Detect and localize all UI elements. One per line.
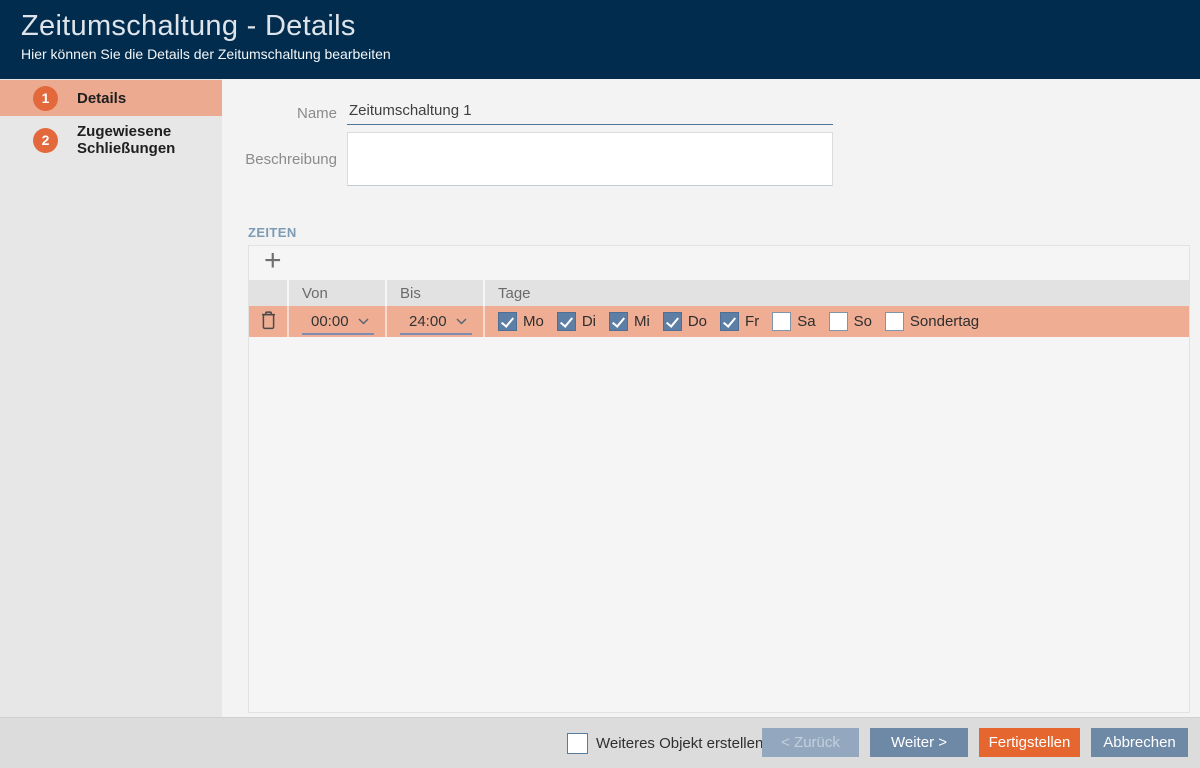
- footer-bar: Weiteres Objekt erstellen < Zurück Weite…: [0, 717, 1200, 768]
- chevron-down-icon: [456, 318, 467, 325]
- checkbox: [498, 312, 517, 331]
- day-checkbox-sondertag[interactable]: Sondertag: [885, 312, 979, 331]
- checkbox: [829, 312, 848, 331]
- sidebar-item-details[interactable]: 1 Details: [0, 80, 222, 116]
- step-2-label: Zugewiesene Schließungen: [77, 123, 222, 157]
- day-checkbox-fr[interactable]: Fr: [720, 312, 759, 331]
- bis-cell: 24:00: [387, 306, 485, 337]
- day-checkbox-group: Mo Di Mi Do: [485, 312, 979, 331]
- cancel-button[interactable]: Abbrechen: [1091, 728, 1188, 757]
- add-time-button[interactable]: +: [249, 248, 282, 278]
- day-checkbox-mi[interactable]: Mi: [609, 312, 650, 331]
- tage-cell: Mo Di Mi Do: [485, 306, 1189, 337]
- main-content: Name Beschreibung ZEITEN + Von Bis Tage: [222, 79, 1200, 717]
- von-time-select[interactable]: 00:00: [302, 311, 374, 335]
- wizard-sidebar: 1 Details 2 Zugewiesene Schließungen: [0, 79, 222, 717]
- delete-time-button[interactable]: [259, 309, 278, 335]
- sidebar-item-zugewiesene-schliessungen[interactable]: 2 Zugewiesene Schließungen: [0, 124, 222, 156]
- column-header-bis: Bis: [387, 280, 485, 306]
- page-subtitle: Hier können Sie die Details der Zeitumsc…: [21, 46, 1200, 62]
- times-toolbar: +: [249, 246, 1189, 280]
- bis-time-select[interactable]: 24:00: [400, 311, 472, 335]
- checkbox: [557, 312, 576, 331]
- times-panel: + Von Bis Tage: [248, 245, 1190, 713]
- description-input[interactable]: [347, 132, 833, 186]
- step-2-badge: 2: [33, 128, 58, 153]
- times-section-label: ZEITEN: [248, 225, 297, 240]
- footer-buttons: < Zurück Weiter > Fertigstellen Abbreche…: [762, 728, 1188, 757]
- name-input[interactable]: [347, 99, 833, 125]
- description-label: Beschreibung: [222, 151, 337, 168]
- page-title: Zeitumschaltung - Details: [21, 0, 1200, 43]
- finish-button[interactable]: Fertigstellen: [979, 728, 1080, 757]
- window: Zeitumschaltung - Details Hier können Si…: [0, 0, 1200, 768]
- column-header-von: Von: [289, 280, 387, 306]
- times-table-header: Von Bis Tage: [249, 280, 1189, 306]
- checkbox: [609, 312, 628, 331]
- checkbox: [663, 312, 682, 331]
- checkbox: [885, 312, 904, 331]
- name-label: Name: [222, 105, 337, 122]
- day-checkbox-mo[interactable]: Mo: [498, 312, 544, 331]
- von-cell: 00:00: [289, 306, 387, 337]
- page-header: Zeitumschaltung - Details Hier können Si…: [0, 0, 1200, 79]
- day-checkbox-sa[interactable]: Sa: [772, 312, 815, 331]
- chevron-down-icon: [358, 318, 369, 325]
- checkbox: [772, 312, 791, 331]
- back-button[interactable]: < Zurück: [762, 728, 859, 757]
- step-1-badge: 1: [33, 86, 58, 111]
- time-row: 00:00 24:00: [249, 306, 1189, 337]
- delete-cell: [249, 306, 289, 337]
- create-another-checkbox[interactable]: [567, 733, 588, 754]
- create-another-group: Weiteres Objekt erstellen: [567, 718, 763, 768]
- create-another-label: Weiteres Objekt erstellen: [596, 735, 763, 752]
- day-checkbox-do[interactable]: Do: [663, 312, 707, 331]
- column-header-tage: Tage: [485, 280, 1189, 306]
- trash-icon: [261, 311, 276, 333]
- next-button[interactable]: Weiter >: [870, 728, 968, 757]
- checkbox: [720, 312, 739, 331]
- bis-time-value: 24:00: [409, 313, 447, 330]
- von-time-value: 00:00: [311, 313, 349, 330]
- day-checkbox-di[interactable]: Di: [557, 312, 596, 331]
- column-header-delete: [249, 280, 289, 306]
- step-1-label: Details: [77, 90, 126, 107]
- day-checkbox-so[interactable]: So: [829, 312, 872, 331]
